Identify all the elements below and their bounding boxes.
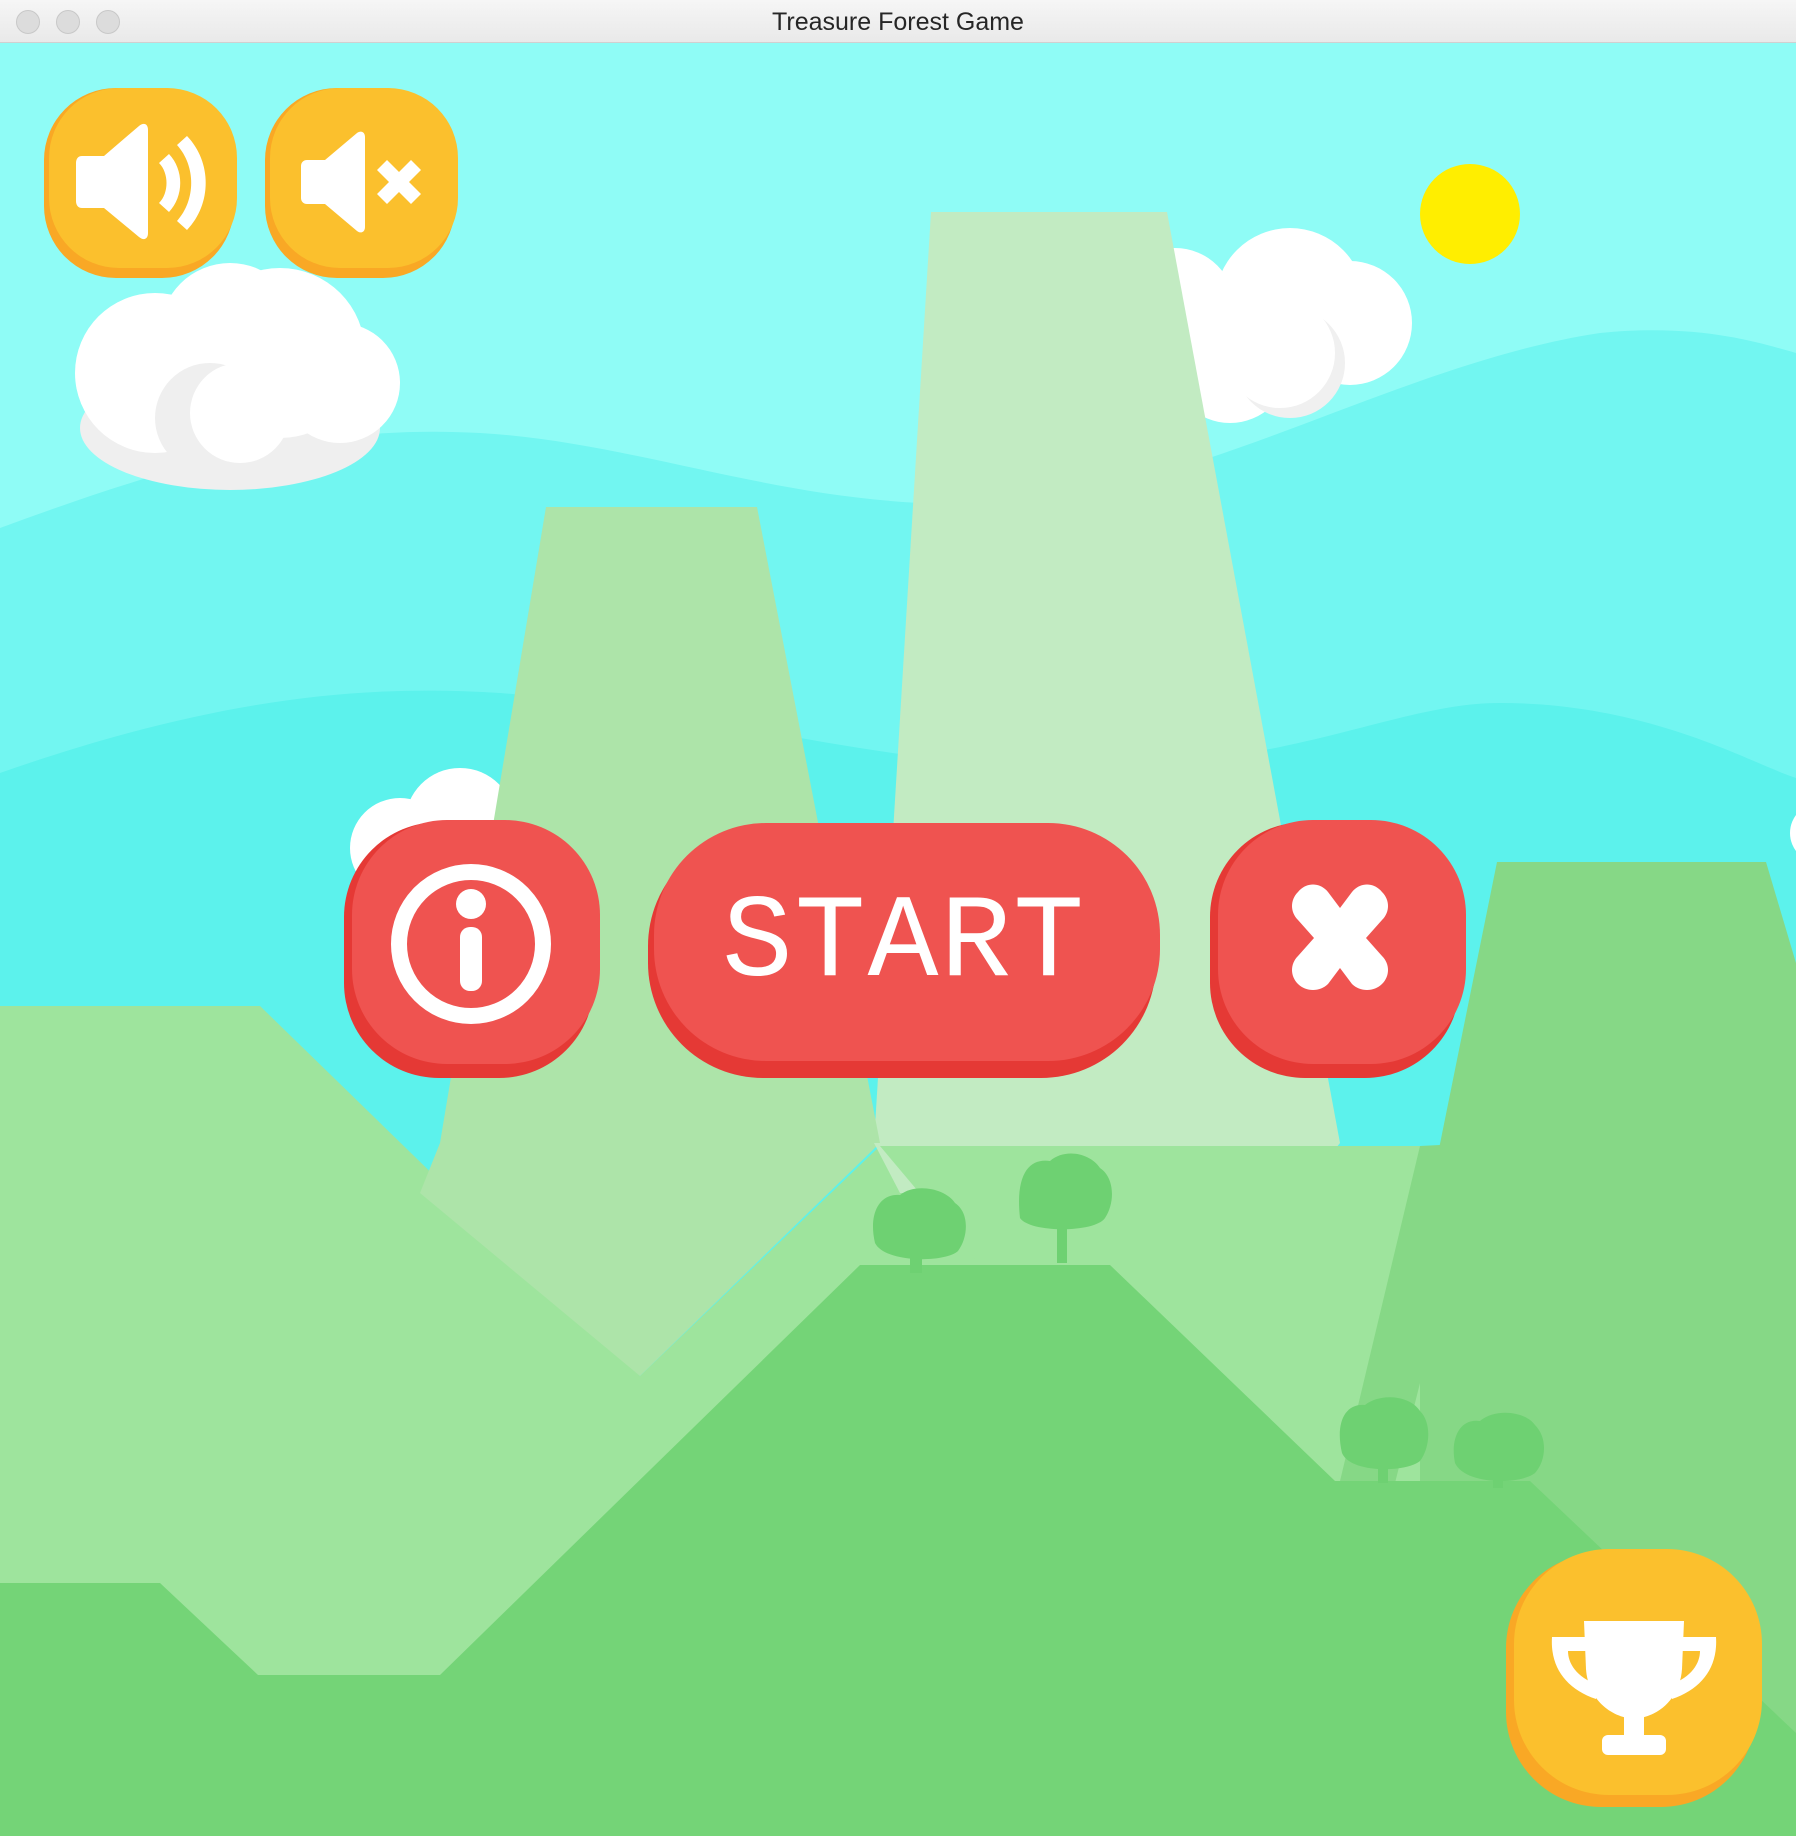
game-scene: START xyxy=(0,43,1796,1836)
start-label: START xyxy=(721,878,1087,1011)
game-window: Treasure Forest Game START xyxy=(0,0,1796,1836)
sound-off-button[interactable] xyxy=(265,88,458,278)
sound-on-button[interactable] xyxy=(44,88,237,278)
window-title: Treasure Forest Game xyxy=(772,8,1024,36)
info-button[interactable] xyxy=(344,820,600,1078)
title-bar: Treasure Forest Game xyxy=(0,0,1796,43)
exit-button[interactable] xyxy=(1210,820,1466,1078)
trophy-button[interactable] xyxy=(1506,1549,1762,1807)
sun xyxy=(1420,164,1520,264)
start-button[interactable]: START xyxy=(648,823,1160,1078)
